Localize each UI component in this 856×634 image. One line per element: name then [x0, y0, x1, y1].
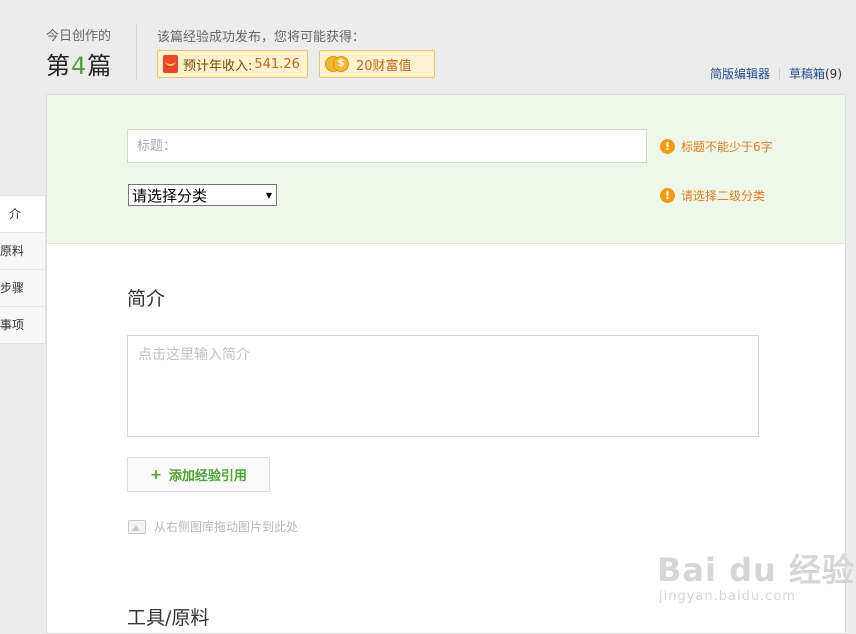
reward-label: 该篇经验成功发布，您将可能获得：	[157, 30, 366, 45]
wealth-label: 20财富值	[356, 58, 412, 74]
add-reference-button[interactable]: + 添加经验引用	[127, 457, 270, 492]
title-panel	[47, 95, 845, 244]
income-value: 541.26	[254, 56, 300, 72]
intro-textarea[interactable]	[127, 335, 759, 437]
drafts-link[interactable]: 草稿箱(9)	[789, 65, 842, 82]
drafts-count: (9)	[825, 67, 842, 81]
coins-icon: $	[325, 55, 351, 73]
link-separator	[778, 67, 780, 80]
income-badge: 预计年收入: 541.26	[157, 50, 308, 78]
category-warning: ! 请选择二级分类	[660, 187, 765, 204]
today-article-count: 第4篇	[46, 52, 113, 80]
category-select-value: 请选择分类	[132, 186, 208, 205]
simple-editor-link[interactable]: 简版编辑器	[710, 65, 770, 82]
count-number: 4	[71, 52, 88, 80]
dropdown-arrow-icon: ▼	[265, 190, 272, 200]
watermark-logo: Bai du 经验	[657, 551, 855, 589]
category-select[interactable]: 请选择分类 ▼	[128, 184, 277, 206]
warning-icon: !	[660, 188, 675, 203]
baidu-jingyan-watermark: Bai du 经验 jingyan.baidu.com	[657, 545, 855, 604]
section-nav: 介 原料 步骤 事项	[0, 195, 46, 344]
wealth-badge: $ 20财富值	[319, 50, 435, 78]
red-envelope-icon	[163, 55, 178, 73]
top-links: 简版编辑器 草稿箱(9)	[710, 65, 842, 82]
title-input[interactable]	[127, 129, 647, 163]
plus-icon: +	[150, 466, 162, 483]
section-nav-notes[interactable]: 事项	[0, 307, 45, 343]
image-icon	[128, 519, 146, 534]
intro-heading: 简介	[127, 288, 166, 310]
section-nav-steps[interactable]: 步骤	[0, 270, 45, 307]
title-warning: ! 标题不能少于6字	[660, 138, 773, 155]
income-label: 预计年收入:	[183, 58, 253, 74]
section-nav-intro[interactable]: 介	[0, 196, 45, 233]
watermark-url: jingyan.baidu.com	[659, 589, 796, 604]
section-nav-materials[interactable]: 原料	[0, 233, 45, 270]
today-created-label: 今日创作的	[46, 29, 112, 44]
warning-icon: !	[660, 139, 675, 154]
header-divider	[136, 24, 137, 80]
tools-heading: 工具/原料	[127, 607, 210, 629]
image-drop-hint: 从右侧图库拖动图片到此处	[128, 518, 298, 535]
